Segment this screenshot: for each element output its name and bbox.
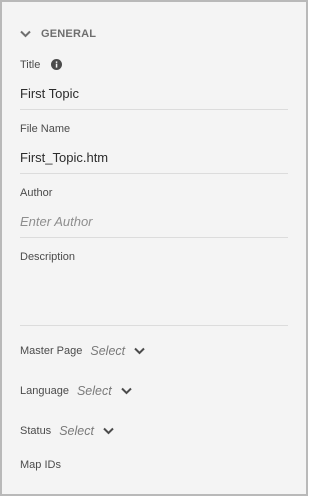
chevron-down-icon	[134, 347, 145, 355]
description-field[interactable]	[16, 270, 292, 322]
language-label: Language	[20, 385, 69, 397]
language-select-value: Select	[76, 384, 112, 398]
description-label: Description	[20, 251, 76, 263]
map-ids-label: Map IDs	[20, 459, 61, 471]
status-select-value: Select	[59, 424, 94, 438]
master-page-label: Master Page	[20, 345, 83, 357]
chevron-down-icon	[20, 30, 31, 38]
properties-panel: GENERAL Title First Topic File Name Firs…	[0, 0, 308, 496]
status-row: Status Select	[20, 423, 114, 439]
status-label: Status	[20, 425, 52, 437]
title-label: Title	[20, 59, 41, 71]
language-select[interactable]: Select	[77, 384, 132, 398]
info-icon[interactable]	[51, 59, 62, 70]
description-divider	[20, 325, 288, 326]
master-page-select[interactable]: Select	[90, 344, 145, 358]
section-title: GENERAL	[41, 28, 97, 40]
chevron-down-icon	[120, 387, 132, 395]
status-select[interactable]: Select	[59, 424, 114, 438]
general-section-header[interactable]: GENERAL	[20, 26, 96, 42]
author-placeholder: Enter Author	[20, 214, 93, 229]
chevron-down-icon	[103, 427, 114, 435]
file-name-divider	[20, 173, 288, 174]
title-divider	[20, 109, 288, 110]
file-name-label: File Name	[20, 123, 71, 135]
master-page-select-value: Select	[90, 344, 126, 358]
language-row: Language Select	[20, 383, 132, 399]
file-name-value: First_Topic.htm	[20, 150, 109, 165]
author-label: Author	[20, 187, 53, 199]
author-divider	[20, 237, 288, 238]
title-value: First Topic	[20, 86, 79, 101]
master-page-row: Master Page Select	[20, 343, 145, 359]
